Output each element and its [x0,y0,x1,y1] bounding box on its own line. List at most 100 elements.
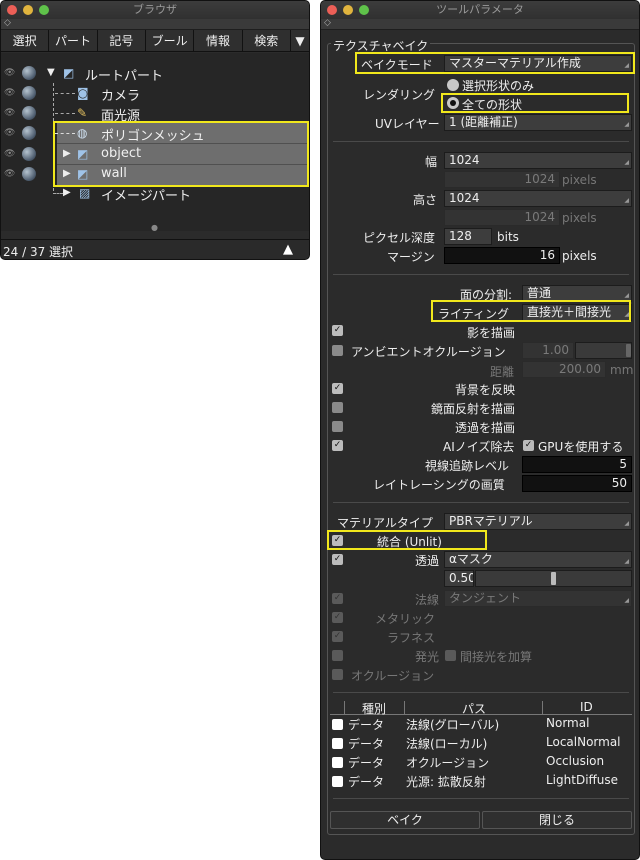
gpu-checkbox[interactable]: ✓ [523,440,534,451]
zoom-icon[interactable] [39,5,49,15]
shading-ball-icon[interactable] [22,106,36,120]
lighting-select[interactable]: 直接光＋間接光 [522,304,632,321]
table-row[interactable]: データ 法線(ローカル) LocalNormal [330,734,632,753]
expand-down-icon[interactable]: ▼ [47,67,55,78]
minimize-icon[interactable] [343,5,353,15]
menu-part[interactable]: パート [49,30,98,51]
tree-row-root[interactable]: 👁 ▼ ◩ ルートパート [1,63,309,84]
pixel-depth-field[interactable]: 128 [444,228,492,245]
diamond-icon[interactable]: ◇ [324,18,331,28]
tree-row-image-part[interactable]: ▶ ▨ イメージパート [1,183,309,204]
shading-ball-icon[interactable] [22,147,36,161]
polygon-mesh-icon: ◍ [77,126,88,140]
pixel-depth-label: ピクセル深度 [363,231,436,245]
menu-arrow-icon[interactable]: ▼ [291,30,309,51]
emission-checkbox[interactable] [332,650,343,661]
eye-icon[interactable]: 👁 [4,88,15,98]
close-icon[interactable] [7,5,17,15]
resize-dot-icon[interactable]: ● [151,223,158,232]
tree-label: object [101,146,142,161]
row-checkbox[interactable] [332,757,343,768]
diamond-icon[interactable]: ◇ [4,18,11,28]
eye-icon[interactable]: 👁 [4,128,15,138]
margin-field[interactable]: 16 [444,247,560,264]
tree-row-polygon-mesh[interactable]: 👁 ◍ ポリゴンメッシュ [1,123,309,144]
alpha-value-field[interactable]: 0.50 [444,570,474,587]
tree-connector [55,113,75,114]
tree-row-object[interactable]: 👁 ▶ ◩ object [1,144,309,164]
ao-value-field[interactable]: 1.00 [522,342,574,359]
radio-selected-only[interactable] [447,79,459,91]
shading-ball-icon[interactable] [22,86,36,100]
occlusion-checkbox[interactable] [332,669,343,680]
tool-titlebar: ツールパラメータ [321,1,639,19]
transparency2-checkbox[interactable]: ✓ [332,554,343,565]
ai-denoise-label: AIノイズ除去 [443,440,515,454]
shading-ball-icon[interactable] [22,167,36,181]
transparency2-select[interactable]: αマスク [444,551,632,568]
indirect-add-checkbox[interactable] [445,650,456,661]
normal-checkbox[interactable]: ✓ [332,593,343,604]
tree-row-camera[interactable]: 👁 ◙ カメラ [1,83,309,104]
raytrace-quality-field[interactable]: 50 [522,475,632,492]
row-path: 法線(グローバル) [406,718,500,732]
zoom-icon[interactable] [359,5,369,15]
background-checkbox[interactable]: ✓ [332,383,343,394]
shading-ball-icon[interactable] [22,126,36,140]
expand-right-icon[interactable]: ▶ [63,187,71,198]
up-arrow-icon[interactable]: ▲ [283,242,293,257]
eye-icon[interactable]: 👁 [4,169,15,179]
shading-ball-icon[interactable] [22,66,36,80]
unlit-checkbox[interactable]: ✓ [332,535,343,546]
tree-row-wall[interactable]: 👁 ▶ ◩ wall [1,164,309,184]
distance-field[interactable]: 200.00 [522,361,606,378]
expand-right-icon[interactable]: ▶ [63,148,71,159]
material-type-label: マテリアルタイプ [337,516,433,530]
close-button[interactable]: 閉じる [482,811,632,829]
menu-boolean[interactable]: ブール [146,30,195,51]
row-checkbox[interactable] [332,776,343,787]
width-select[interactable]: 1024 [444,152,632,169]
close-icon[interactable] [327,5,337,15]
table-row[interactable]: データ 法線(グローバル) Normal [330,715,632,734]
eye-icon[interactable]: 👁 [4,68,15,78]
material-type-select[interactable]: PBRマテリアル [444,513,632,530]
normal-select[interactable]: タンジェント [444,590,632,607]
lighting-label: ライティング [438,307,510,321]
ai-denoise-checkbox[interactable]: ✓ [332,440,343,451]
face-division-label: 面の分割: [460,288,513,302]
radio-all-shapes[interactable] [447,97,459,109]
gpu-label: GPUを使用する [538,440,624,454]
table-row[interactable]: データ オクルージョン Occlusion [330,753,632,772]
shadow-checkbox[interactable]: ✓ [332,325,343,336]
width-pixels-field: 1024 [444,171,560,188]
face-division-select[interactable]: 普通 [522,285,632,302]
occlusion-label: オクルージョン [351,669,435,683]
uv-layer-select[interactable]: 1 (距離補正) [444,114,632,131]
menu-select[interactable]: 選択 [1,30,50,51]
roughness-checkbox[interactable]: ✓ [332,631,343,642]
ao-checkbox[interactable] [332,345,343,356]
minimize-icon[interactable] [23,5,33,15]
header-id[interactable]: ID [580,700,593,714]
eye-icon[interactable]: 👁 [4,149,15,159]
menu-symbol[interactable]: 記号 [98,30,146,51]
ao-slider[interactable] [575,342,632,359]
tree-row-area-light[interactable]: 👁 ✎ 面光源 [1,103,309,124]
menu-info[interactable]: 情報 [194,30,243,51]
table-row[interactable]: データ 光源: 拡散反射 LightDiffuse [330,772,632,791]
bake-button[interactable]: ベイク [330,811,480,829]
mirror-checkbox[interactable] [332,402,343,413]
expand-right-icon[interactable]: ▶ [63,168,71,179]
height-select[interactable]: 1024 [444,190,632,207]
menu-search[interactable]: 検索 [243,30,291,51]
metallic-checkbox[interactable]: ✓ [332,612,343,623]
transparency-checkbox[interactable] [332,421,343,432]
row-checkbox[interactable] [332,719,343,730]
alpha-slider[interactable] [475,570,632,587]
table-header: 種別 パス ID [330,700,632,716]
row-checkbox[interactable] [332,738,343,749]
raytrace-level-field[interactable]: 5 [522,456,632,473]
eye-icon[interactable]: 👁 [4,108,15,118]
bake-mode-select[interactable]: マスターマテリアル作成 [444,55,632,72]
